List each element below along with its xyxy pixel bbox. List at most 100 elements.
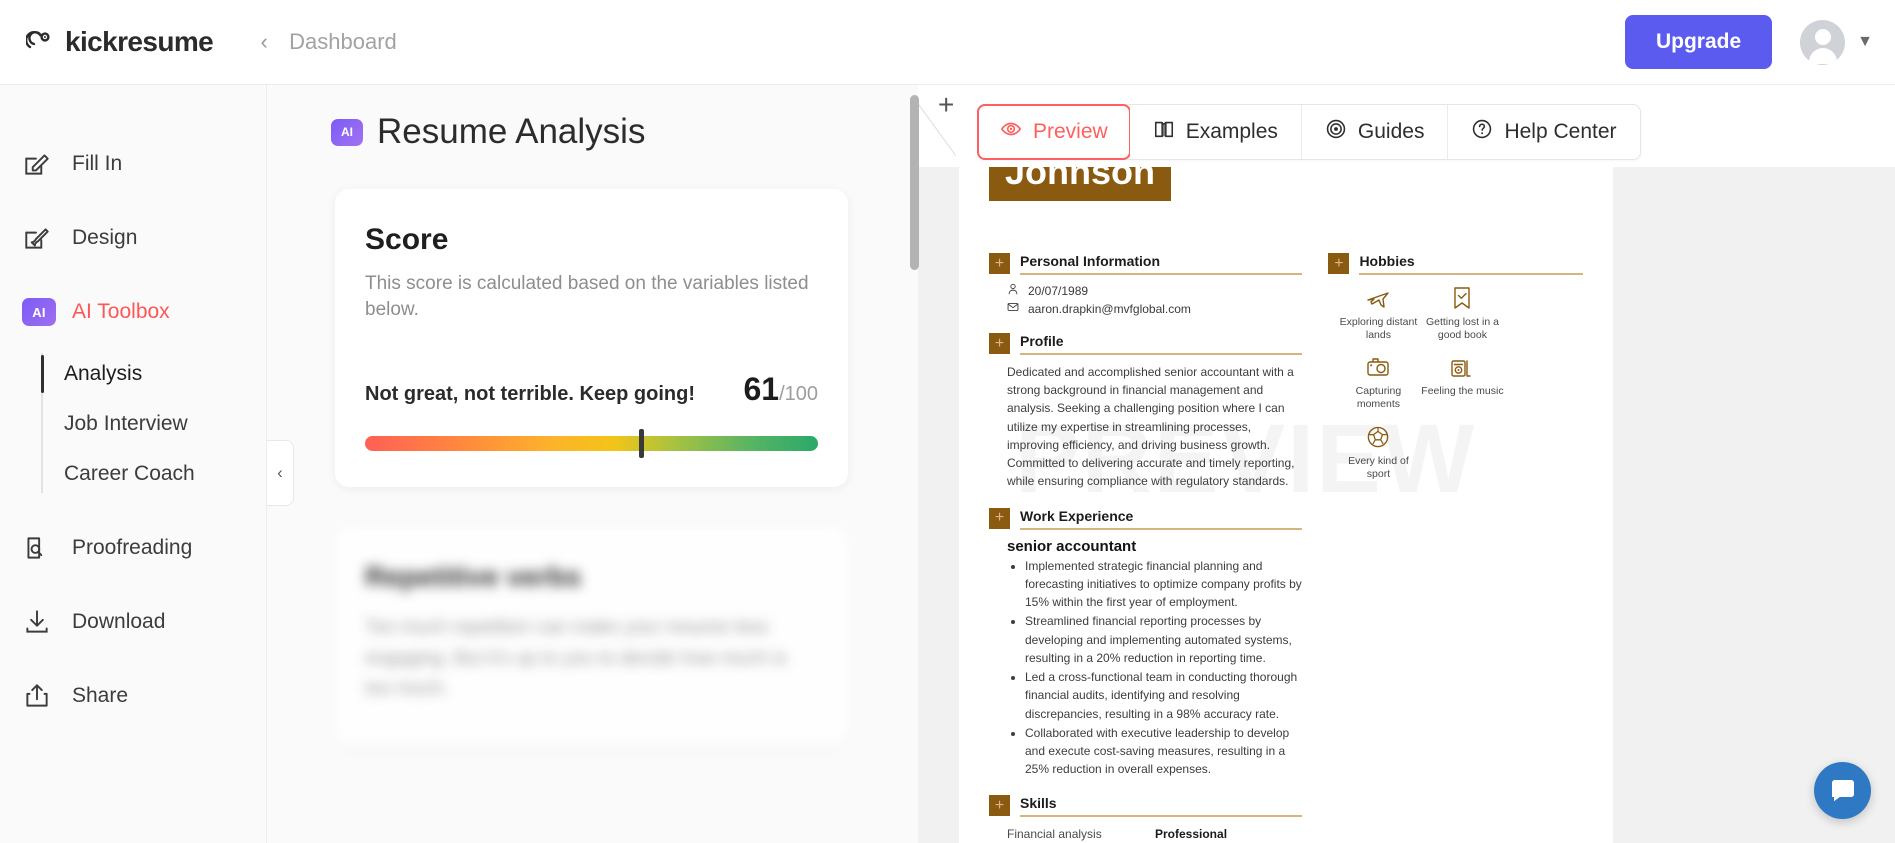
sidebar-item-label: Fill In xyxy=(72,152,123,175)
top-bar: kickresume ‹ Dashboard Upgrade ▼ xyxy=(0,0,1895,85)
back-chevron-icon[interactable]: ‹ xyxy=(253,29,275,55)
sidebar-subitem-label: Job Interview xyxy=(64,412,188,435)
tab-label: Help Center xyxy=(1504,120,1617,143)
plus-icon[interactable]: + xyxy=(1328,253,1350,274)
section-divider xyxy=(1020,815,1303,818)
sidebar: Fill In Design AI AI Toolbox Analysis Jo… xyxy=(0,85,267,843)
sidebar-item-career-coach[interactable]: Career Coach xyxy=(42,449,266,499)
brand-name: kickresume xyxy=(65,26,214,57)
sidebar-item-fill-in[interactable]: Fill In xyxy=(0,141,266,187)
hobby-item: Capturing moments xyxy=(1336,352,1420,411)
sidebar-collapse-button[interactable]: ‹ xyxy=(267,440,294,506)
hobby-label: Every kind of sport xyxy=(1348,454,1409,480)
sidebar-item-label: Proofreading xyxy=(72,536,193,559)
skills-list: Financial analysisProfessionalAuditingPr… xyxy=(989,825,1302,843)
target-icon xyxy=(1325,118,1347,146)
resume-right-column: + Hobbies Exploring distant lands Getting… xyxy=(1328,253,1583,843)
plus-icon[interactable]: + xyxy=(989,795,1010,817)
sidebar-item-share[interactable]: Share xyxy=(0,673,266,719)
section-hobbies: + Hobbies Exploring distant lands Getting… xyxy=(1328,253,1583,491)
kickresume-logo-icon xyxy=(25,27,56,57)
repetitive-verbs-card: Repetitive verbs Too much repetition can… xyxy=(335,527,848,745)
sidebar-item-download[interactable]: Download xyxy=(0,599,266,645)
share-icon xyxy=(22,681,52,711)
score-value-group: 61/100 xyxy=(743,371,818,408)
personal-email: aaron.drapkin@mvfglobal.com xyxy=(1028,301,1191,316)
sidebar-item-job-interview[interactable]: Job Interview xyxy=(42,399,266,449)
personal-birthdate-row: 20/07/1989 xyxy=(1007,283,1302,298)
preview-tabs: Preview Examples Guides Help Center xyxy=(977,104,1641,160)
sidebar-item-proofreading[interactable]: Proofreading xyxy=(0,525,266,571)
upgrade-button[interactable]: Upgrade xyxy=(1624,15,1773,69)
tab-label: Examples xyxy=(1185,120,1278,143)
work-experience-bullets: Implemented strategic financial planning… xyxy=(1025,557,1302,779)
active-indicator xyxy=(41,455,44,493)
hobby-item: Every kind of sport xyxy=(1336,422,1420,481)
hobby-label: Capturing moments xyxy=(1355,385,1402,411)
skill-name: Financial analysis xyxy=(1007,827,1102,842)
plus-icon[interactable]: + xyxy=(989,253,1010,274)
work-experience-bullet: Streamlined financial reporting processe… xyxy=(1025,612,1302,667)
breadcrumb[interactable]: Dashboard xyxy=(289,29,397,55)
sidebar-subitem-label: Analysis xyxy=(64,362,143,385)
eye-target-icon xyxy=(1000,118,1022,146)
airplane-icon xyxy=(1336,283,1420,313)
score-value: 61 xyxy=(743,371,780,408)
tab-examples[interactable]: Examples xyxy=(1129,105,1302,159)
sidebar-item-label: Download xyxy=(72,610,166,633)
personal-birthdate: 20/07/1989 xyxy=(1028,283,1089,298)
skill-level: Professional xyxy=(1155,827,1228,842)
hobby-item: Feeling the music xyxy=(1420,352,1504,411)
chat-bubble-icon[interactable] xyxy=(1814,762,1871,819)
plus-icon[interactable]: + xyxy=(989,507,1010,529)
work-experience-bullet: Implemented strategic financial planning… xyxy=(1025,557,1302,612)
score-max: /100 xyxy=(779,383,818,406)
tab-help-center[interactable]: Help Center xyxy=(1448,105,1640,159)
hobby-label: Exploring distant lands xyxy=(1339,316,1418,342)
ai-badge-icon: AI xyxy=(22,298,56,326)
person-icon xyxy=(1007,283,1019,298)
section-divider xyxy=(1020,353,1303,355)
main-scrollbar[interactable] xyxy=(910,95,919,270)
section-title: Skills xyxy=(1020,795,1057,812)
score-card-heading: Score xyxy=(365,223,449,256)
brand-logo[interactable]: kickresume xyxy=(25,26,214,58)
sidebar-subitem-label: Career Coach xyxy=(64,462,195,485)
plus-icon[interactable]: + xyxy=(989,333,1010,354)
sidebar-item-design[interactable]: Design xyxy=(0,215,266,261)
score-message: Not great, not terrible. Keep going! xyxy=(365,383,696,406)
chevron-down-icon[interactable]: ▼ xyxy=(1857,33,1873,51)
tab-guides[interactable]: Guides xyxy=(1301,105,1449,159)
tab-preview[interactable]: Preview xyxy=(977,104,1131,160)
bookmark-check-icon xyxy=(1420,283,1504,313)
hobby-label: Feeling the music xyxy=(1421,385,1504,398)
document-search-icon xyxy=(22,533,52,563)
sidebar-subnav: Analysis Job Interview Career Coach xyxy=(0,349,266,499)
avatar[interactable] xyxy=(1800,19,1846,65)
score-row: Not great, not terrible. Keep going! 61/… xyxy=(365,371,818,408)
repetitive-verbs-body: Too much repetition can make your resume… xyxy=(365,617,787,700)
personal-email-row: aaron.drapkin@mvfglobal.com xyxy=(1007,301,1302,316)
preview-toolbar: + Preview Examples Guides Help Center xyxy=(918,85,1895,167)
active-indicator xyxy=(41,405,44,443)
profile-text: Dedicated and accomplished senior accoun… xyxy=(1007,365,1295,489)
brush-square-icon xyxy=(22,223,52,253)
repetitive-verbs-heading: Repetitive verbs xyxy=(365,561,582,593)
resume-document[interactable]: Johnson PREVIEW + Personal Information xyxy=(959,167,1613,843)
envelope-icon xyxy=(1007,301,1019,316)
section-divider xyxy=(1020,273,1303,275)
skill-row: Financial analysis Professional xyxy=(1007,825,1302,843)
section-divider xyxy=(1020,527,1303,530)
section-divider xyxy=(1359,273,1583,275)
section-title: Profile xyxy=(1020,333,1064,349)
sidebar-item-ai-toolbox[interactable]: AI AI Toolbox xyxy=(0,289,266,335)
plus-icon[interactable]: + xyxy=(938,91,954,119)
sidebar-item-analysis[interactable]: Analysis xyxy=(41,349,266,399)
section-work-experience: + Work Experience senior accountant Impl… xyxy=(989,507,1303,779)
score-marker xyxy=(638,429,644,459)
score-progress-bar xyxy=(365,429,818,459)
work-experience-bullet: Led a cross-functional team in conductin… xyxy=(1025,668,1302,723)
hobby-item: Getting lost in a good book xyxy=(1420,283,1504,342)
tab-label: Guides xyxy=(1357,120,1425,143)
page-title-row: AI Resume Analysis xyxy=(331,112,918,152)
